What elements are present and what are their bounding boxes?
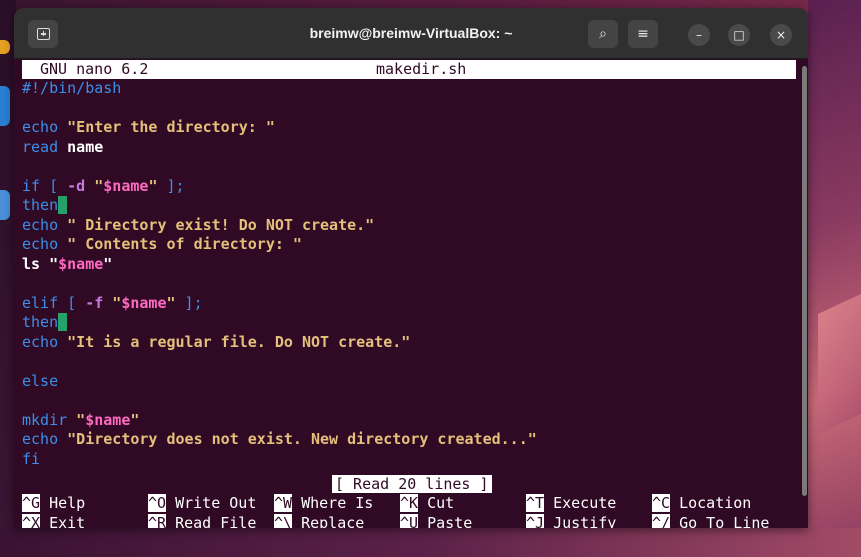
minimize-button[interactable]: –: [688, 24, 710, 46]
shortcut-location[interactable]: ^C Location: [652, 494, 751, 513]
dock-app-icon[interactable]: [0, 86, 10, 126]
desktop-wallpaper-bottom: [0, 528, 861, 557]
dock-app-icon[interactable]: [0, 40, 10, 54]
code-line-14: echo "It is a regular file. Do NOT creat…: [22, 332, 411, 351]
close-icon: ×: [775, 28, 787, 42]
search-button[interactable]: ⌕: [588, 20, 618, 48]
shortcut-where-is[interactable]: ^W Where Is: [274, 494, 373, 513]
title-bar: breimw@breimw-VirtualBox: ~ ⌕ ≡ – □ ×: [14, 8, 808, 59]
text-cursor: [58, 196, 68, 214]
new-tab-button[interactable]: [28, 20, 58, 48]
nano-version: GNU nano 6.2: [40, 60, 149, 78]
code-line-8: echo " Directory exist! Do NOT create.": [22, 215, 375, 234]
code-line-18: mkdir "$name": [22, 410, 140, 429]
code-line-6: if [ -d "$name" ];: [22, 176, 185, 195]
scrollbar[interactable]: [802, 66, 807, 496]
code-line-9: echo " Contents of directory: ": [22, 235, 302, 253]
nano-editor[interactable]: GNU nano 6.2 makedir.sh #!/bin/bash echo…: [22, 59, 802, 528]
code-line-10: ls "$name": [22, 254, 113, 273]
shortcut-replace[interactable]: ^\ Replace: [274, 514, 364, 528]
minimize-icon: –: [696, 28, 702, 42]
shortcut-execute[interactable]: ^T Execute: [526, 494, 616, 513]
code-line-12: elif [ -f "$name" ];: [22, 293, 203, 312]
code-line-4: read name: [22, 137, 104, 156]
code-line-19: echo "Directory does not exist. New dire…: [22, 430, 537, 448]
terminal-window: breimw@breimw-VirtualBox: ~ ⌕ ≡ – □ × GN…: [14, 8, 808, 528]
desktop-wallpaper: [808, 0, 861, 557]
code-line-16: else: [22, 371, 59, 390]
code-line-7: then: [22, 196, 68, 216]
hamburger-menu-icon: ≡: [637, 26, 649, 42]
shortcut-go-to-line[interactable]: ^/ Go To Line: [652, 514, 769, 528]
close-button[interactable]: ×: [770, 24, 792, 46]
status-message: [ Read 20 lines ]: [332, 475, 492, 493]
maximize-button[interactable]: □: [728, 24, 750, 46]
text-cursor: [58, 313, 68, 331]
shortcut-exit[interactable]: ^X Exit: [22, 514, 85, 528]
code-line-3: echo "Enter the directory: ": [22, 118, 275, 136]
shortcut-read-file[interactable]: ^R Read File: [148, 514, 256, 528]
new-tab-icon: [36, 28, 50, 40]
menu-button[interactable]: ≡: [628, 20, 658, 48]
search-icon: ⌕: [599, 26, 607, 42]
code-line-1: #!/bin/bash: [22, 79, 122, 97]
nano-header-bar: GNU nano 6.2 makedir.sh: [22, 60, 796, 79]
file-name: makedir.sh: [376, 60, 467, 78]
shortcut-paste[interactable]: ^U Paste: [400, 514, 472, 528]
shortcut-justify[interactable]: ^J Justify: [526, 514, 616, 528]
shortcut-help[interactable]: ^G Help: [22, 494, 85, 513]
maximize-icon: □: [733, 28, 745, 42]
code-line-20: fi: [22, 449, 41, 468]
shortcut-cut[interactable]: ^K Cut: [400, 494, 454, 513]
shortcut-write-out[interactable]: ^O Write Out: [148, 494, 256, 513]
code-line-13: then: [22, 313, 68, 333]
dock-app-icon[interactable]: [0, 190, 10, 220]
